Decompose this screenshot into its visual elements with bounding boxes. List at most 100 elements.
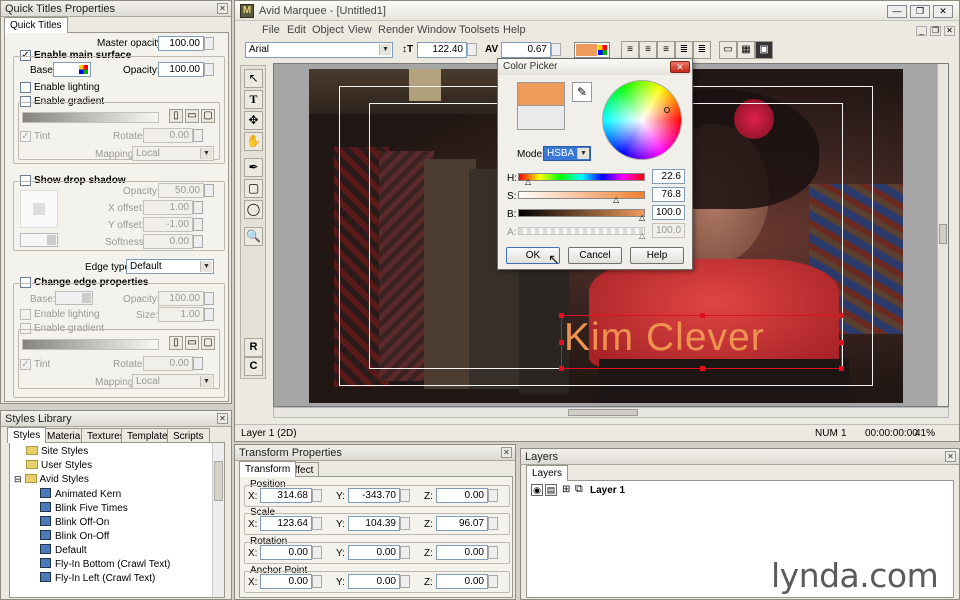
x-offset-field[interactable]: 1.00 [143,200,193,215]
scale-z-field[interactable]: 96.07 [436,516,488,531]
b-field[interactable]: 100.0 [652,205,685,220]
roll-button[interactable]: R [244,338,263,357]
menu-view[interactable]: View [348,24,372,36]
list-item[interactable]: Blink On-Off [10,530,109,542]
selection-handle[interactable] [839,340,844,345]
rotation-x-field[interactable]: 0.00 [260,545,312,560]
slider-thumb-icon[interactable]: △ [525,177,531,186]
base-color-swatch[interactable] [53,62,91,77]
kerning-field[interactable]: 0.67 [501,42,551,58]
edge-color-swatch[interactable] [55,291,93,305]
scale-x-spin[interactable] [312,517,322,530]
text-box-filled-button[interactable]: ▣ [755,41,773,59]
rotation-y-field[interactable]: 0.00 [348,545,400,560]
anchor-x-field[interactable]: 0.00 [260,574,312,589]
enable-lighting-checkbox[interactable] [20,82,31,93]
crawl-button[interactable]: C [244,357,263,376]
rotation-y-spin[interactable] [400,546,410,559]
s-slider[interactable]: △ [518,191,645,204]
eyedropper-icon[interactable]: ✎ [572,82,592,102]
restore-icon[interactable]: ❐ [910,5,930,18]
tree-folder-user-styles[interactable]: User Styles [10,460,92,471]
gradient-horizontal-button[interactable]: ▭ [185,109,199,123]
menu-object[interactable]: Object [312,24,344,36]
tab-styles[interactable]: Styles [7,427,47,443]
list-item[interactable]: Fly-In Bottom (Crawl Text) [10,558,170,570]
cancel-button[interactable]: Cancel [568,247,622,264]
list-item[interactable]: Default [10,544,87,556]
gradient-bar[interactable] [22,112,159,123]
close-icon[interactable]: ✕ [945,451,956,462]
table-row[interactable]: ◉ ▤ ⊞ ⧉ Layer 1 [529,483,951,499]
position-x-field[interactable]: 314.68 [260,488,312,503]
scale-z-spin[interactable] [488,517,498,530]
expand-icon[interactable]: ⊞ [562,484,570,495]
lock-icon[interactable]: ▤ [545,484,557,496]
x-offset-spin[interactable] [193,201,203,214]
rotate-spin[interactable] [193,129,203,142]
align-right-button[interactable]: ≡ [657,41,675,59]
menu-toolsets[interactable]: Toolsets [459,24,499,36]
master-opacity-field[interactable]: 100.00 [158,36,204,51]
a-field[interactable]: 100.0 [652,223,685,238]
edge-gradient-linear-button[interactable]: ▯ [169,336,183,350]
menu-file[interactable]: File [262,24,280,36]
edge-type-select[interactable]: Default ▼ [126,259,214,274]
mapping-select[interactable]: Local ▼ [132,146,214,161]
close-icon[interactable]: ✕ [501,447,512,458]
rotation-z-field[interactable]: 0.00 [436,545,488,560]
menu-edit[interactable]: Edit [287,24,306,36]
list-item[interactable]: Blink Off-On [10,516,109,528]
position-x-spin[interactable] [312,489,322,502]
edge-gradient-radial-button[interactable]: ▢ [201,336,215,350]
edge-lighting-checkbox[interactable] [20,309,31,320]
justify-all-button[interactable]: ≣ [693,41,711,59]
trackball-tool-icon[interactable]: ✋ [244,132,263,151]
expand-icon[interactable]: ⊟ [14,474,22,484]
softness-field[interactable]: 0.00 [143,234,193,249]
text-color-swatch[interactable] [574,42,610,58]
softness-spin[interactable] [193,235,203,248]
tree-folder-site-styles[interactable]: Site Styles [10,446,88,457]
shadow-color-swatch[interactable] [20,233,58,247]
anchor-x-spin[interactable] [312,575,322,588]
position-z-spin[interactable] [488,489,498,502]
zoom-tool-icon[interactable]: 🔍 [244,227,263,246]
size-field[interactable]: 1.00 [158,307,204,322]
pen-tool-icon[interactable]: ✒ [244,158,263,177]
b-slider[interactable]: △ [518,209,645,222]
tree-folder-avid-styles[interactable]: ⊟ Avid Styles [10,474,89,485]
title-text[interactable]: Kim Clever [564,316,765,360]
size-spin[interactable] [204,308,214,321]
rotation-x-spin[interactable] [312,546,322,559]
shadow-opacity-spin[interactable] [204,184,214,197]
close-icon[interactable]: ✕ [217,3,228,14]
slider-thumb-icon[interactable]: △ [639,231,645,240]
selection-handle[interactable] [839,313,844,318]
selection-handle[interactable] [700,366,705,371]
opacity-field[interactable]: 100.00 [158,62,204,77]
list-item[interactable]: Animated Kern [10,488,121,500]
position-y-field[interactable]: -343.70 [348,488,400,503]
slider-thumb-icon[interactable]: △ [639,213,645,222]
position-z-field[interactable]: 0.00 [436,488,488,503]
scale-x-field[interactable]: 123.64 [260,516,312,531]
edge-gradient-bar[interactable] [22,339,159,350]
close-icon[interactable]: ✕ [933,5,953,18]
styles-scrollbar[interactable] [212,443,224,597]
mdi-restore-icon[interactable]: ❐ [930,26,941,36]
text-box-grid-button[interactable]: ▦ [737,41,755,59]
minimize-icon[interactable]: — [887,5,907,18]
y-offset-spin[interactable] [193,218,203,231]
opacity-spin[interactable] [204,63,214,76]
vertical-scrollbar[interactable] [937,64,948,406]
anchor-z-field[interactable]: 0.00 [436,574,488,589]
text-tool-icon[interactable]: T [244,90,263,109]
font-select[interactable]: Arial ▼ [245,42,393,58]
edge-opacity-spin[interactable] [204,292,214,305]
edge-rotate-field[interactable]: 0.00 [143,356,193,371]
menu-render[interactable]: Render [378,24,414,36]
selection-handle[interactable] [839,366,844,371]
mode-select[interactable]: HSBA ▼ [543,146,591,161]
close-icon[interactable]: ✕ [217,413,228,424]
